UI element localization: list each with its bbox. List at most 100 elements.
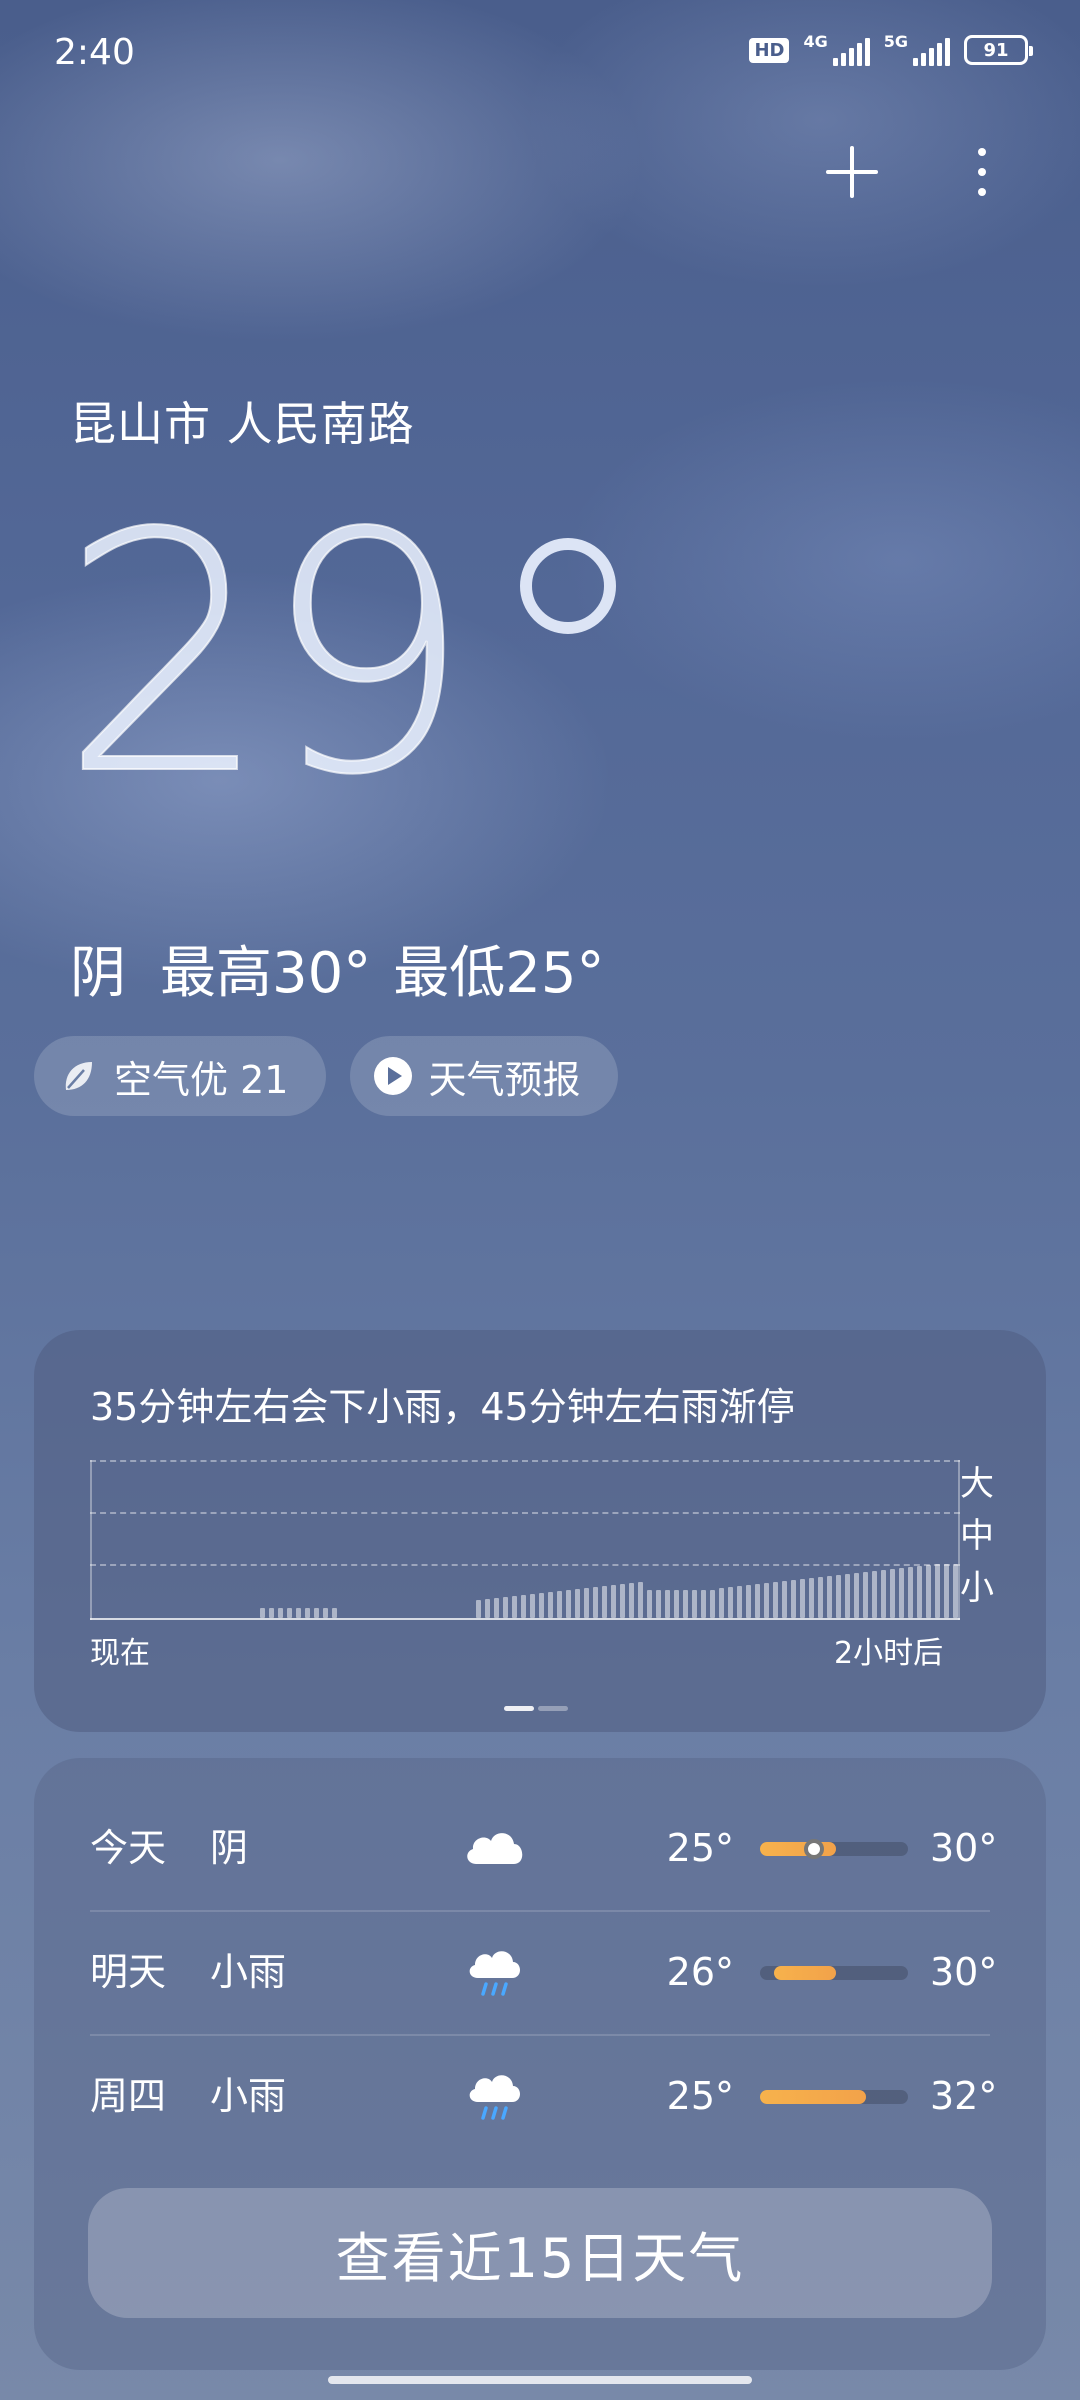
precipitation-bar	[674, 1590, 679, 1618]
home-indicator[interactable]	[328, 2376, 752, 2384]
precipitation-bar	[512, 1596, 517, 1618]
forecast-video-label: 天气预报	[428, 1057, 581, 1102]
temp-range-bar	[760, 1966, 908, 1980]
precipitation-chart	[90, 1460, 960, 1620]
precipitation-bar	[323, 1608, 328, 1618]
precipitation-summary: 35分钟左右会下小雨，45分钟左右雨渐停	[90, 1385, 795, 1429]
precipitation-bar	[800, 1579, 805, 1618]
forecast-low: 26°	[666, 1950, 734, 1994]
precipitation-bar	[548, 1592, 553, 1618]
plus-icon[interactable]	[820, 140, 884, 204]
chart-baseline	[90, 1618, 960, 1620]
signal-5g-icon: 5G	[884, 34, 950, 66]
precipitation-bar	[935, 1564, 940, 1618]
forecast-day: 今天	[90, 1826, 167, 1870]
precipitation-bar	[260, 1608, 265, 1618]
precipitation-bar	[278, 1608, 283, 1618]
precipitation-bar	[287, 1608, 292, 1618]
precipitation-bar	[827, 1576, 832, 1618]
forecast-video-button[interactable]: 天气预报	[350, 1036, 619, 1116]
precipitation-bar	[602, 1586, 607, 1618]
precipitation-bar	[710, 1590, 715, 1618]
precipitation-bar	[701, 1590, 706, 1618]
precipitation-bar	[926, 1565, 931, 1618]
precipitation-bar	[332, 1608, 337, 1618]
precipitation-bar	[539, 1593, 544, 1618]
precipitation-bar	[647, 1590, 652, 1618]
current-temp-marker	[804, 1839, 824, 1859]
precipitation-bar	[755, 1584, 760, 1618]
axis-start-label: 现在	[90, 1636, 150, 1671]
precipitation-bar	[854, 1573, 859, 1618]
precipitation-bar	[791, 1580, 796, 1618]
more-vertical-icon[interactable]	[962, 144, 1002, 200]
precipitation-bar	[584, 1588, 589, 1618]
forecast-condition: 小雨	[210, 1950, 287, 1994]
signal-4g-icon: 4G	[803, 34, 870, 66]
air-quality-button[interactable]: 空气优 21	[34, 1036, 327, 1116]
forecast-row[interactable]: 明天 小雨 26° 30°	[90, 1910, 998, 2034]
precipitation-bar	[494, 1598, 499, 1618]
precipitation-bar	[845, 1574, 850, 1618]
view-15-day-button[interactable]: 查看近15日天气	[88, 2188, 992, 2318]
precipitation-bar	[269, 1608, 274, 1618]
today-low: 最低25°	[393, 941, 605, 1006]
precipitation-bar	[746, 1585, 751, 1618]
forecast-high: 32°	[930, 2074, 998, 2118]
cloud-icon	[467, 1833, 523, 1864]
precipitation-bar	[809, 1578, 814, 1618]
forecast-high: 30°	[930, 1950, 998, 1994]
play-icon	[374, 1057, 413, 1095]
light-rain-icon	[469, 2075, 520, 2120]
precipitation-bar	[638, 1582, 643, 1618]
precipitation-bar	[908, 1567, 913, 1618]
precipitation-bar	[872, 1571, 877, 1618]
precipitation-bar	[296, 1608, 301, 1618]
precipitation-bar	[719, 1588, 724, 1618]
level-heavy: 大	[960, 1464, 994, 1504]
forecast-day: 周四	[90, 2074, 167, 2118]
temp-range-bar	[760, 2090, 908, 2104]
forecast-low: 25°	[666, 1826, 734, 1870]
forecast-condition: 阴	[210, 1826, 249, 1870]
status-bar: 2:40 HD 4G 5G 91	[0, 0, 1080, 110]
precipitation-bar	[944, 1564, 949, 1618]
precipitation-bar	[521, 1595, 526, 1618]
precipitation-bar	[656, 1590, 661, 1618]
gridline-heavy	[90, 1460, 960, 1462]
precipitation-bar	[683, 1590, 688, 1618]
weather-summary: 阴 最高30° 最低25°	[70, 928, 605, 1009]
axis-end-label: 2小时后	[834, 1636, 944, 1671]
precipitation-bar	[530, 1594, 535, 1618]
precipitation-card[interactable]: 35分钟左右会下小雨，45分钟左右雨渐停 大 中 小 现在 2小时后	[34, 1330, 1046, 1732]
precipitation-bar	[665, 1590, 670, 1618]
precipitation-bar	[764, 1583, 769, 1618]
battery-level: 91	[983, 39, 1009, 61]
precipitation-bar	[629, 1583, 634, 1618]
air-quality-label: 空气优 21	[114, 1057, 289, 1102]
daily-forecast-card: 今天 阴 25° 30° 明天 小雨 26° 30° 周四 小雨 25° 32°…	[34, 1758, 1046, 2370]
current-temperature: 29	[59, 489, 616, 821]
hd-voice-icon: HD	[749, 37, 790, 63]
precipitation-bar	[557, 1591, 562, 1618]
precipitation-bar	[620, 1584, 625, 1618]
leaf-icon	[65, 1062, 92, 1090]
light-rain-icon	[469, 1951, 520, 1996]
precipitation-bar	[737, 1586, 742, 1618]
forecast-condition: 小雨	[210, 2074, 287, 2118]
precipitation-bar	[314, 1608, 319, 1618]
forecast-row[interactable]: 今天 阴 25° 30°	[90, 1786, 997, 1910]
precipitation-bar	[611, 1585, 616, 1618]
battery-icon: 91	[964, 35, 1033, 65]
precipitation-bar	[476, 1600, 481, 1618]
precipitation-bar	[899, 1568, 904, 1618]
intensity-labels: 大 中 小	[960, 1458, 994, 1614]
precipitation-bar	[890, 1569, 895, 1618]
forecast-row[interactable]: 周四 小雨 25° 32°	[90, 2034, 998, 2158]
precipitation-bar	[575, 1589, 580, 1618]
precipitation-bar	[566, 1590, 571, 1618]
status-time: 2:40	[54, 32, 135, 73]
precipitation-bar	[728, 1587, 733, 1618]
precipitation-bar	[305, 1608, 310, 1618]
location-name[interactable]: 昆山市 人民南路	[70, 388, 415, 454]
